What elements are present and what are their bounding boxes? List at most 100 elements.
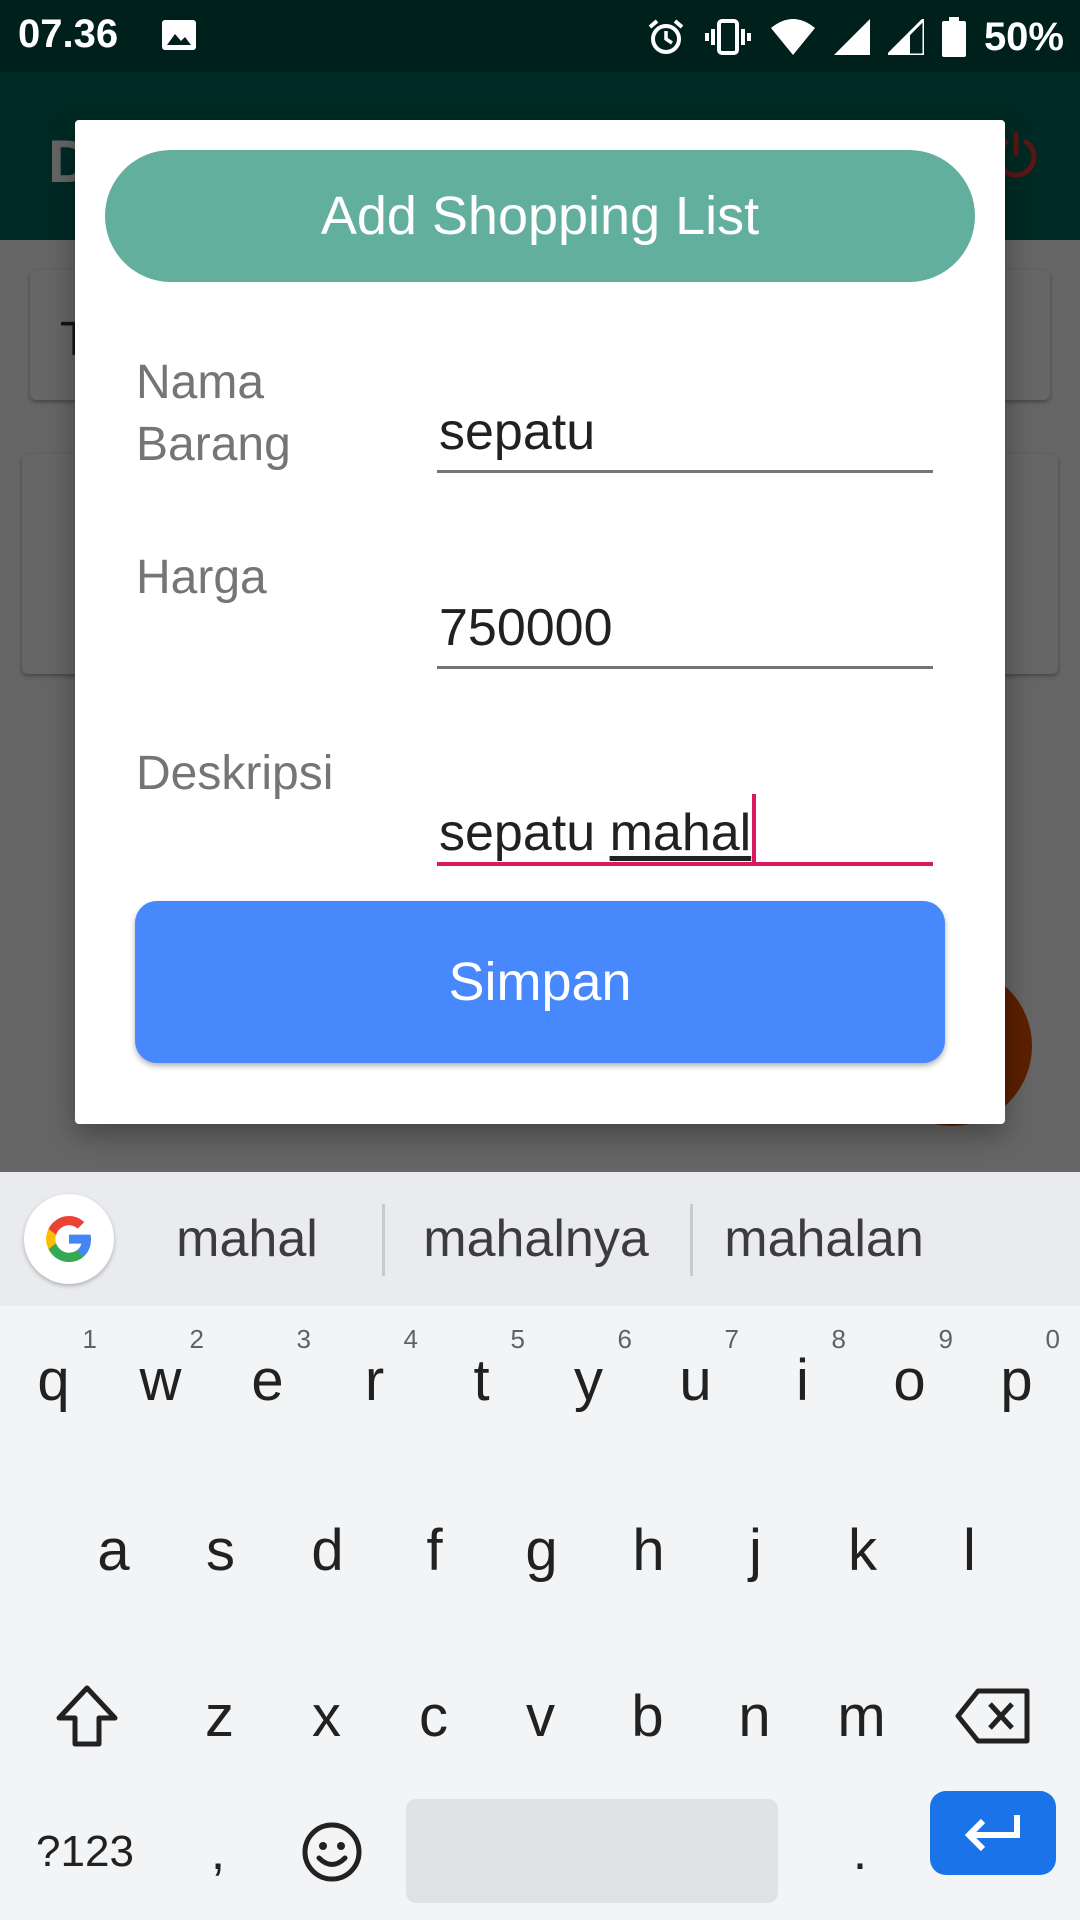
status-time: 07.36 bbox=[18, 12, 119, 56]
comma-key[interactable]: , bbox=[170, 1787, 266, 1917]
deskripsi-value: sepatu mahal bbox=[439, 794, 757, 864]
deskripsi-value-prefix: sepatu bbox=[439, 804, 610, 862]
symbols-key[interactable]: ?123 bbox=[20, 1787, 150, 1917]
key-d[interactable]: d bbox=[274, 1482, 381, 1618]
backspace-key[interactable] bbox=[948, 1646, 1038, 1786]
key-v[interactable]: v bbox=[487, 1646, 594, 1786]
key-m[interactable]: m bbox=[808, 1646, 915, 1786]
google-button[interactable] bbox=[24, 1194, 114, 1284]
key-number-hint: 9 bbox=[938, 1324, 953, 1354]
nama-barang-input[interactable]: sepatu bbox=[437, 400, 933, 473]
deskripsi-label: Deskripsi bbox=[136, 747, 334, 800]
nama-barang-value: sepatu bbox=[439, 403, 596, 461]
key-label: l bbox=[963, 1517, 976, 1583]
key-label: y bbox=[574, 1347, 603, 1413]
key-n[interactable]: n bbox=[701, 1646, 808, 1786]
key-p[interactable]: p0 bbox=[963, 1312, 1070, 1448]
key-label: c bbox=[419, 1683, 448, 1749]
key-b[interactable]: b bbox=[594, 1646, 701, 1786]
status-bar: 07.36 50% bbox=[0, 0, 1080, 72]
emoji-icon bbox=[302, 1822, 362, 1882]
shift-icon bbox=[56, 1685, 118, 1747]
key-u[interactable]: u7 bbox=[642, 1312, 749, 1448]
key-s[interactable]: s bbox=[167, 1482, 274, 1618]
add-shopping-list-dialog: Add Shopping List Nama Barang sepatu Har… bbox=[75, 120, 1005, 1124]
suggestion-1[interactable]: mahal bbox=[140, 1172, 354, 1306]
key-label: s bbox=[206, 1517, 235, 1583]
key-number-hint: 2 bbox=[189, 1324, 204, 1354]
key-label: p bbox=[1000, 1347, 1033, 1413]
key-j[interactable]: j bbox=[702, 1482, 809, 1618]
dialog-title: Add Shopping List bbox=[105, 150, 975, 282]
key-g[interactable]: g bbox=[488, 1482, 595, 1618]
enter-key[interactable] bbox=[930, 1791, 1056, 1875]
key-e[interactable]: e3 bbox=[214, 1312, 321, 1448]
key-q[interactable]: q1 bbox=[0, 1312, 107, 1448]
key-label: f bbox=[426, 1517, 443, 1583]
key-label: n bbox=[738, 1683, 771, 1749]
key-y[interactable]: y6 bbox=[535, 1312, 642, 1448]
key-label: x bbox=[312, 1683, 341, 1749]
deskripsi-input[interactable]: sepatu mahal bbox=[437, 792, 933, 866]
key-label: w bbox=[139, 1347, 182, 1413]
key-w[interactable]: w2 bbox=[107, 1312, 214, 1448]
space-key[interactable] bbox=[406, 1799, 778, 1903]
suggestion-3[interactable]: mahalan bbox=[704, 1172, 944, 1306]
suggestion-divider bbox=[690, 1204, 693, 1276]
suggestion-divider bbox=[382, 1204, 385, 1276]
image-icon bbox=[162, 20, 196, 50]
key-k[interactable]: k bbox=[809, 1482, 916, 1618]
key-number-hint: 0 bbox=[1045, 1324, 1060, 1354]
period-key[interactable]: . bbox=[810, 1787, 910, 1917]
key-label: m bbox=[837, 1683, 886, 1749]
key-number-hint: 3 bbox=[296, 1324, 311, 1354]
key-o[interactable]: o9 bbox=[856, 1312, 963, 1448]
key-h[interactable]: h bbox=[595, 1482, 702, 1618]
battery-icon bbox=[941, 17, 966, 57]
soft-keyboard: mahal mahalnya mahalan q1w2e3r4t5y6u7i8o… bbox=[0, 1172, 1080, 1920]
google-icon bbox=[46, 1216, 91, 1262]
key-label: v bbox=[526, 1683, 555, 1749]
alarm-icon bbox=[648, 19, 684, 54]
battery-percentage: 50% bbox=[983, 14, 1064, 59]
key-number-hint: 7 bbox=[724, 1324, 739, 1354]
deskripsi-composing-word: mahal bbox=[609, 804, 752, 862]
key-t[interactable]: t5 bbox=[428, 1312, 535, 1448]
key-c[interactable]: c bbox=[380, 1646, 487, 1786]
key-number-hint: 4 bbox=[403, 1324, 418, 1354]
suggestion-strip: mahal mahalnya mahalan bbox=[0, 1172, 1080, 1306]
key-number-hint: 5 bbox=[510, 1324, 525, 1354]
simpan-button[interactable]: Simpan bbox=[135, 901, 945, 1063]
key-i[interactable]: i8 bbox=[749, 1312, 856, 1448]
harga-input[interactable]: 750000 bbox=[437, 596, 933, 669]
key-label: e bbox=[251, 1347, 284, 1413]
key-label: q bbox=[37, 1347, 70, 1413]
key-number-hint: 6 bbox=[617, 1324, 632, 1354]
key-label: a bbox=[97, 1517, 130, 1583]
key-label: d bbox=[311, 1517, 344, 1583]
key-f[interactable]: f bbox=[381, 1482, 488, 1618]
signal-icon-2 bbox=[887, 19, 924, 55]
key-x[interactable]: x bbox=[273, 1646, 380, 1786]
key-number-hint: 1 bbox=[82, 1324, 97, 1354]
shift-key[interactable] bbox=[42, 1646, 132, 1786]
emoji-key[interactable] bbox=[282, 1787, 382, 1917]
key-label: o bbox=[893, 1347, 926, 1413]
backspace-icon bbox=[955, 1688, 1030, 1744]
harga-label: Harga bbox=[136, 551, 267, 604]
wifi-icon bbox=[770, 19, 815, 55]
key-label: j bbox=[749, 1517, 762, 1583]
key-label: r bbox=[364, 1347, 385, 1413]
key-label: t bbox=[473, 1347, 490, 1413]
key-r[interactable]: r4 bbox=[321, 1312, 428, 1448]
key-l[interactable]: l bbox=[916, 1482, 1023, 1618]
key-label: u bbox=[679, 1347, 712, 1413]
key-z[interactable]: z bbox=[166, 1646, 273, 1786]
key-label: k bbox=[848, 1517, 877, 1583]
key-label: i bbox=[796, 1347, 809, 1413]
suggestion-2[interactable]: mahalnya bbox=[396, 1172, 676, 1306]
key-a[interactable]: a bbox=[60, 1482, 167, 1618]
signal-icon bbox=[833, 19, 870, 55]
enter-icon bbox=[964, 1815, 1020, 1852]
key-number-hint: 8 bbox=[831, 1324, 846, 1354]
